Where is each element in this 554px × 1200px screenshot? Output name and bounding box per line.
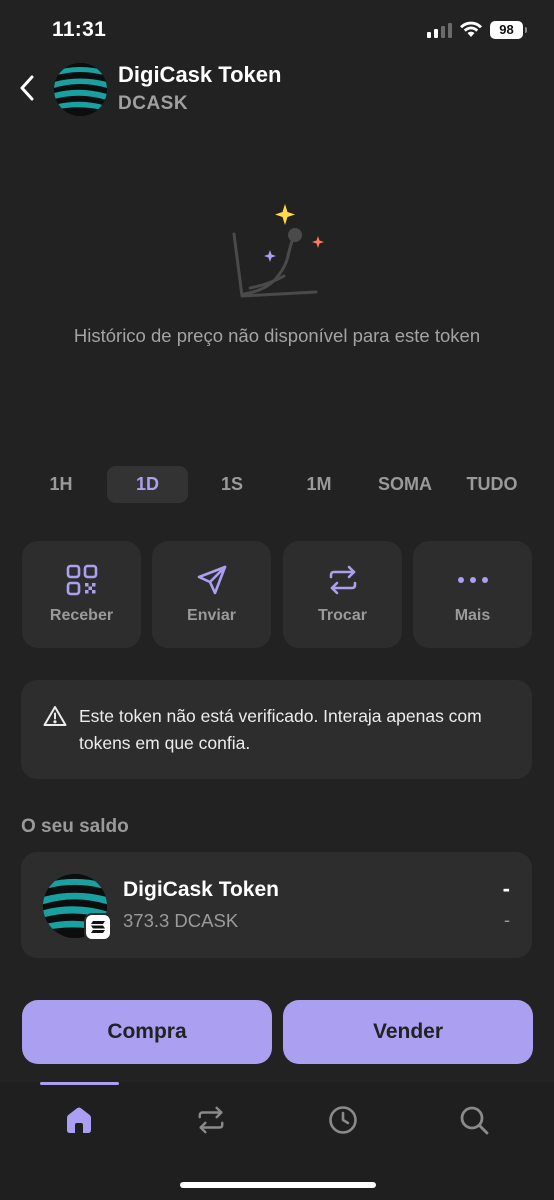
search-icon xyxy=(460,1106,489,1135)
tab-swap[interactable] xyxy=(181,1100,241,1140)
buy-button[interactable]: Compra xyxy=(22,1000,272,1064)
more-label: Mais xyxy=(454,607,491,624)
tab-history[interactable] xyxy=(313,1100,373,1140)
action-buttons: Receber Enviar Trocar Mais xyxy=(22,541,532,648)
warning-icon xyxy=(43,706,67,726)
range-1h[interactable]: 1H xyxy=(32,466,90,503)
cellular-signal-icon xyxy=(427,22,452,38)
range-1m[interactable]: 1M xyxy=(288,466,350,503)
unverified-token-warning: Este token não está verificado. Interaja… xyxy=(21,680,532,779)
range-1s[interactable]: 1S xyxy=(202,466,262,503)
tab-search[interactable] xyxy=(444,1100,504,1140)
balance-value: - xyxy=(502,876,510,901)
send-icon xyxy=(197,565,226,595)
swap-icon xyxy=(329,565,356,595)
chevron-left-icon xyxy=(20,75,34,101)
more-button[interactable]: Mais xyxy=(413,541,532,648)
range-1d[interactable]: 1D xyxy=(107,466,188,503)
warning-text: Este token não está verificado. Interaja… xyxy=(79,706,482,753)
send-button[interactable]: Enviar xyxy=(152,541,271,648)
status-time: 11:31 xyxy=(52,18,107,41)
send-label: Enviar xyxy=(187,607,236,624)
balance-token-name: DigiCask Token xyxy=(123,878,279,901)
token-logo xyxy=(54,63,107,116)
battery-tip xyxy=(525,27,527,33)
back-button[interactable] xyxy=(14,72,40,104)
empty-chart-icon xyxy=(232,204,324,298)
receive-label: Receber xyxy=(49,607,114,624)
balance-amount: 373.3 DCASK xyxy=(123,910,239,931)
balance-change: - xyxy=(504,910,510,930)
solana-chain-icon xyxy=(84,913,112,941)
range-soma[interactable]: SOMA xyxy=(370,466,440,503)
active-tab-indicator xyxy=(40,1082,119,1085)
range-tudo[interactable]: TUDO xyxy=(456,466,528,503)
token-name: DigiCask Token xyxy=(118,62,282,87)
qr-code-icon xyxy=(66,564,97,596)
home-indicator xyxy=(180,1182,376,1188)
token-header: DigiCask Token DCASK xyxy=(0,58,554,118)
wifi-icon xyxy=(460,21,482,37)
status-bar: 11:31 98 xyxy=(0,0,554,60)
receive-button[interactable]: Receber xyxy=(22,541,141,648)
balance-card[interactable]: DigiCask Token 373.3 DCASK - - xyxy=(21,852,532,958)
token-symbol: DCASK xyxy=(118,93,189,114)
battery-indicator: 98 xyxy=(490,21,523,39)
more-icon xyxy=(457,577,488,583)
time-range-selector: 1H 1D 1S 1M SOMA TUDO xyxy=(20,466,536,503)
tab-home[interactable] xyxy=(49,1100,109,1140)
balance-section-title: O seu saldo xyxy=(21,816,129,837)
price-history-unavailable-message: Histórico de preço não disponível para e… xyxy=(73,325,481,346)
home-icon xyxy=(67,1107,91,1133)
sell-button[interactable]: Vender xyxy=(283,1000,533,1064)
swap-icon xyxy=(198,1106,224,1134)
history-icon xyxy=(329,1106,357,1134)
swap-label: Trocar xyxy=(318,607,367,624)
swap-button[interactable]: Trocar xyxy=(283,541,402,648)
